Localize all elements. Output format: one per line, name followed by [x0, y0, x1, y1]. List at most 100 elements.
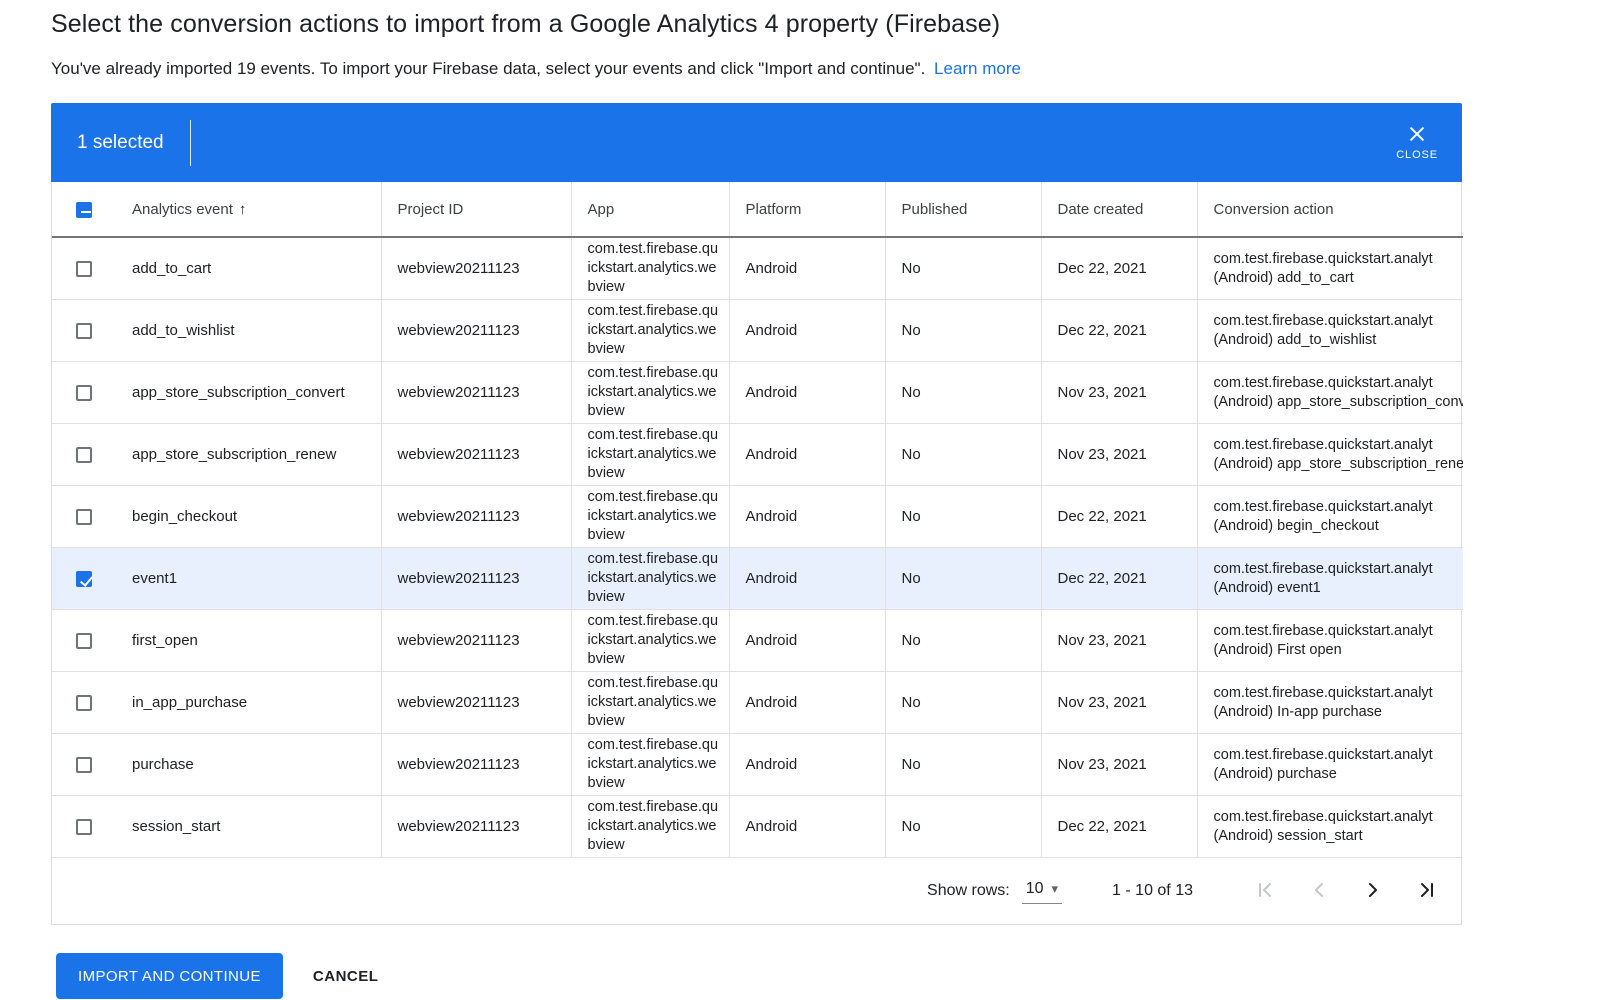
table-row: purchase webview20211123 com.test.fireba… — [52, 734, 1463, 796]
column-header-conversion-action: Conversion action — [1197, 182, 1463, 237]
cell-date-created: Dec 22, 2021 — [1041, 796, 1197, 858]
row-checkbox[interactable] — [76, 509, 92, 525]
cell-published: No — [885, 734, 1041, 796]
conversion-action-line1: com.test.firebase.quickstart.analyt — [1214, 684, 1464, 703]
cell-conversion-action: com.test.firebase.quickstart.analyt (And… — [1197, 548, 1463, 610]
cell-platform: Android — [729, 734, 885, 796]
cell-published: No — [885, 424, 1041, 486]
cell-date-created: Nov 23, 2021 — [1041, 734, 1197, 796]
cell-platform: Android — [729, 486, 885, 548]
next-page-button[interactable] — [1353, 871, 1393, 911]
cell-app: com.test.firebase.quickstart.analytics.w… — [571, 672, 729, 734]
conversion-action-line1: com.test.firebase.quickstart.analyt — [1214, 312, 1464, 331]
cell-platform: Android — [729, 548, 885, 610]
column-header-analytics-event[interactable]: Analytics event ↑ — [116, 182, 381, 237]
close-label: CLOSE — [1396, 149, 1438, 161]
close-button[interactable]: CLOSE — [1388, 120, 1446, 165]
cell-project-id: webview20211123 — [381, 610, 571, 672]
table-row: first_open webview20211123 com.test.fire… — [52, 610, 1463, 672]
table-footer: Show rows: 10 ▾ 1 - 10 of 13 — [52, 858, 1461, 924]
chevron-left-icon — [1307, 878, 1331, 905]
conversion-action-line1: com.test.firebase.quickstart.analyt — [1214, 250, 1464, 269]
row-checkbox[interactable] — [76, 323, 92, 339]
row-checkbox[interactable] — [76, 261, 92, 277]
table-row: add_to_wishlist webview20211123 com.test… — [52, 300, 1463, 362]
table-row: add_to_cart webview20211123 com.test.fir… — [52, 237, 1463, 300]
row-checkbox[interactable] — [76, 633, 92, 649]
conversion-action-line2: (Android) add_to_cart — [1214, 269, 1464, 288]
show-rows-select[interactable]: 10 ▾ — [1022, 878, 1062, 904]
conversion-action-line1: com.test.firebase.quickstart.analyt — [1214, 374, 1464, 393]
conversion-action-line1: com.test.firebase.quickstart.analyt — [1214, 746, 1464, 765]
column-header-date-created: Date created — [1041, 182, 1197, 237]
cell-analytics-event: session_start — [116, 796, 381, 858]
events-table: Analytics event↑ Project ID App Platform… — [52, 182, 1463, 858]
cell-app: com.test.firebase.quickstart.analytics.w… — [571, 237, 729, 300]
cell-app: com.test.firebase.quickstart.analytics.w… — [571, 362, 729, 424]
show-rows-label: Show rows: — [927, 882, 1010, 900]
cell-platform: Android — [729, 796, 885, 858]
import-table-panel: 1 selected CLOSE — [51, 103, 1462, 925]
subtitle-text: You've already imported 19 events. To im… — [51, 59, 925, 78]
cell-project-id: webview20211123 — [381, 734, 571, 796]
cell-analytics-event: add_to_cart — [116, 237, 381, 300]
cell-analytics-event: event1 — [116, 548, 381, 610]
conversion-action-line1: com.test.firebase.quickstart.analyt — [1214, 498, 1464, 517]
cell-date-created: Dec 22, 2021 — [1041, 548, 1197, 610]
cell-project-id: webview20211123 — [381, 362, 571, 424]
cell-app: com.test.firebase.quickstart.analytics.w… — [571, 300, 729, 362]
row-checkbox[interactable] — [76, 695, 92, 711]
cell-platform: Android — [729, 237, 885, 300]
cell-project-id: webview20211123 — [381, 548, 571, 610]
cell-app: com.test.firebase.quickstart.analytics.w… — [571, 424, 729, 486]
cell-analytics-event: in_app_purchase — [116, 672, 381, 734]
cell-date-created: Nov 23, 2021 — [1041, 362, 1197, 424]
row-checkbox[interactable] — [76, 571, 92, 587]
import-and-continue-button[interactable]: IMPORT AND CONTINUE — [56, 953, 283, 999]
column-label: Analytics event — [132, 201, 233, 218]
chevron-right-icon — [1361, 878, 1385, 905]
conversion-action-line2: (Android) app_store_subscription_convert — [1214, 393, 1464, 412]
sort-ascending-icon: ↑ — [239, 201, 247, 218]
cell-conversion-action: com.test.firebase.quickstart.analyt (And… — [1197, 300, 1463, 362]
page-subtitle: You've already imported 19 events. To im… — [51, 59, 1600, 79]
cancel-button[interactable]: CANCEL — [313, 968, 379, 985]
select-all-checkbox[interactable] — [76, 202, 92, 218]
cell-conversion-action: com.test.firebase.quickstart.analyt (And… — [1197, 610, 1463, 672]
page-title: Select the conversion actions to import … — [51, 10, 1600, 39]
cell-project-id: webview20211123 — [381, 796, 571, 858]
chevron-down-icon: ▾ — [1052, 881, 1059, 897]
cell-project-id: webview20211123 — [381, 672, 571, 734]
selection-bar-divider — [190, 120, 191, 166]
cell-published: No — [885, 548, 1041, 610]
table-row: session_start webview20211123 com.test.f… — [52, 796, 1463, 858]
cell-date-created: Nov 23, 2021 — [1041, 424, 1197, 486]
cell-platform: Android — [729, 672, 885, 734]
learn-more-link[interactable]: Learn more — [934, 59, 1021, 78]
conversion-action-line2: (Android) event1 — [1214, 579, 1464, 598]
conversion-action-line1: com.test.firebase.quickstart.analyt — [1214, 436, 1464, 455]
row-checkbox[interactable] — [76, 447, 92, 463]
row-checkbox[interactable] — [76, 757, 92, 773]
cell-published: No — [885, 672, 1041, 734]
table-body: add_to_cart webview20211123 com.test.fir… — [52, 237, 1463, 858]
row-checkbox[interactable] — [76, 385, 92, 401]
column-header-platform: Platform — [729, 182, 885, 237]
last-page-button[interactable] — [1407, 871, 1447, 911]
cell-platform: Android — [729, 362, 885, 424]
conversion-action-line1: com.test.firebase.quickstart.analyt — [1214, 622, 1464, 641]
row-checkbox[interactable] — [76, 819, 92, 835]
pagination-range: 1 - 10 of 13 — [1112, 882, 1193, 900]
selected-count: 1 selected — [51, 132, 164, 154]
column-header-published: Published — [885, 182, 1041, 237]
conversion-action-line2: (Android) add_to_wishlist — [1214, 331, 1464, 350]
cell-platform: Android — [729, 424, 885, 486]
cell-conversion-action: com.test.firebase.quickstart.analyt (And… — [1197, 672, 1463, 734]
table-header-row: Analytics event↑ Project ID App Platform… — [52, 182, 1463, 237]
cell-analytics-event: begin_checkout — [116, 486, 381, 548]
cell-conversion-action: com.test.firebase.quickstart.analyt (And… — [1197, 486, 1463, 548]
cell-conversion-action: com.test.firebase.quickstart.analyt (And… — [1197, 237, 1463, 300]
cell-app: com.test.firebase.quickstart.analytics.w… — [571, 734, 729, 796]
cell-analytics-event: app_store_subscription_renew — [116, 424, 381, 486]
cell-published: No — [885, 610, 1041, 672]
